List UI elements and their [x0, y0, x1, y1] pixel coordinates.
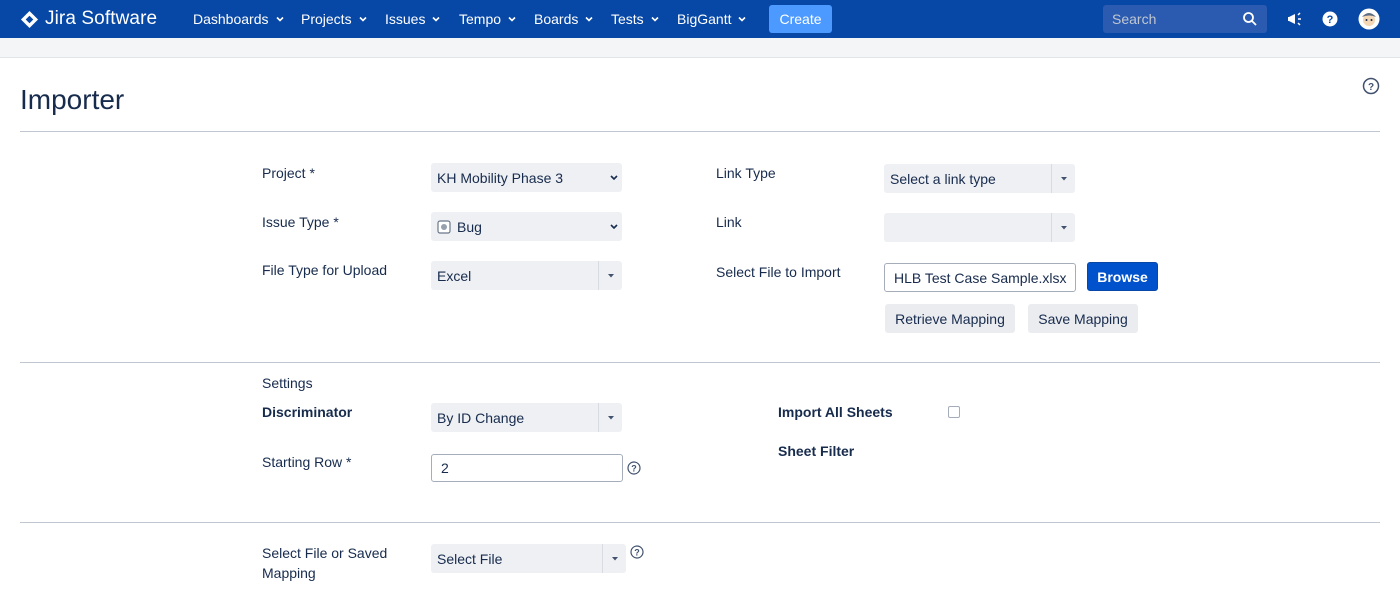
- discriminator-select[interactable]: By ID Change: [431, 403, 622, 432]
- chevron-down-icon: [610, 175, 618, 181]
- nav-boards-label: Boards: [534, 11, 579, 27]
- starting-row-value: 2: [441, 460, 449, 476]
- chevron-down-icon: [432, 16, 441, 22]
- file-type-select[interactable]: Excel: [431, 261, 622, 290]
- caret-down-icon: [611, 556, 618, 560]
- settings-heading: Settings: [262, 375, 313, 391]
- retrieve-mapping-button[interactable]: Retrieve Mapping: [885, 304, 1015, 333]
- help-icon[interactable]: ?: [627, 461, 641, 475]
- link-type-value: Select a link type: [890, 170, 996, 187]
- import-all-sheets-checkbox[interactable]: [948, 406, 960, 418]
- issue-type-label: Issue Type *: [262, 214, 339, 230]
- starting-row-input[interactable]: 2: [431, 454, 623, 482]
- chevron-down-icon: [585, 16, 593, 22]
- link-type-select[interactable]: Select a link type: [884, 164, 1075, 193]
- link-type-label: Link Type: [716, 165, 776, 181]
- issue-type-value: Bug: [457, 218, 482, 235]
- chevron-down-icon: [359, 16, 367, 22]
- nav-issues-label: Issues: [385, 11, 426, 27]
- top-navigation-bar: Jira Software Dashboards Projects Issues…: [0, 0, 1400, 38]
- nav-boards[interactable]: Boards: [534, 0, 594, 38]
- nav-tempo-label: Tempo: [459, 11, 502, 27]
- avatar[interactable]: [1358, 8, 1380, 30]
- nav-tempo[interactable]: Tempo: [459, 0, 517, 38]
- nav-biggantt[interactable]: BigGantt: [677, 0, 747, 38]
- caret-down-icon: [1060, 225, 1067, 229]
- svg-text:?: ?: [634, 548, 640, 558]
- caret-down-icon: [607, 415, 614, 419]
- caret-down-icon: [1060, 176, 1067, 180]
- nav-tests[interactable]: Tests: [611, 0, 660, 38]
- project-value: KH Mobility Phase 3: [437, 169, 564, 186]
- nav-projects[interactable]: Projects: [301, 0, 368, 38]
- link-select[interactable]: [884, 213, 1075, 242]
- svg-text:?: ?: [1327, 14, 1334, 26]
- jira-logo[interactable]: Jira Software: [20, 6, 157, 32]
- page-title: Importer: [20, 84, 125, 115]
- select-file-label: Select File to Import: [716, 264, 841, 280]
- brand-name: Jira Software: [45, 8, 158, 29]
- help-icon[interactable]: ?: [1362, 77, 1380, 95]
- svg-text:?: ?: [1368, 82, 1374, 93]
- chevron-down-icon: [508, 16, 516, 22]
- file-type-value: Excel: [437, 267, 472, 284]
- search-input[interactable]: [1103, 5, 1243, 33]
- issue-type-select[interactable]: Bug: [431, 212, 622, 241]
- project-label: Project *: [262, 165, 315, 181]
- create-button[interactable]: Create: [769, 5, 832, 33]
- link-label: Link: [716, 214, 742, 230]
- starting-row-label: Starting Row *: [262, 454, 352, 470]
- bug-icon: [437, 219, 451, 234]
- help-icon[interactable]: ?: [630, 545, 644, 559]
- nav-projects-label: Projects: [301, 11, 352, 27]
- mapping-source-label-line2: Mapping: [262, 565, 316, 581]
- divider: [20, 131, 1380, 132]
- caret-down-icon: [607, 273, 614, 277]
- dropdown-caret: [1051, 213, 1075, 242]
- selected-file-field[interactable]: HLB Test Case Sample.xlsx: [884, 263, 1076, 292]
- mapping-source-select[interactable]: Select File: [431, 544, 626, 573]
- nav-dashboards-label: Dashboards: [193, 11, 269, 27]
- dropdown-caret: [602, 544, 626, 573]
- project-select[interactable]: KH Mobility Phase 3: [431, 163, 622, 192]
- discriminator-value: By ID Change: [437, 409, 525, 426]
- selected-file-value: HLB Test Case Sample.xlsx: [894, 269, 1067, 286]
- svg-text:?: ?: [631, 464, 637, 474]
- file-type-label: File Type for Upload: [262, 262, 388, 278]
- mapping-source-value: Select File: [437, 550, 503, 567]
- chevron-down-icon: [651, 16, 659, 22]
- divider: [20, 522, 1380, 523]
- nav-biggantt-label: BigGantt: [677, 11, 732, 27]
- chevron-down-icon: [610, 224, 618, 230]
- dropdown-caret: [598, 261, 622, 290]
- help-icon[interactable]: ?: [1320, 9, 1340, 29]
- chevron-down-icon: [738, 16, 747, 22]
- discriminator-label: Discriminator: [262, 404, 353, 420]
- save-mapping-button[interactable]: Save Mapping: [1028, 304, 1138, 333]
- browse-button[interactable]: Browse: [1087, 262, 1158, 291]
- search-icon[interactable]: [1242, 11, 1258, 27]
- chevron-down-icon: [275, 16, 284, 22]
- mapping-source-label-line1: Select File or Saved: [262, 545, 388, 561]
- dropdown-caret: [598, 403, 622, 432]
- import-all-sheets-label: Import All Sheets: [778, 404, 893, 420]
- nav-dashboards[interactable]: Dashboards: [193, 0, 285, 38]
- search-box: [1103, 5, 1267, 33]
- dropdown-caret: [1051, 164, 1075, 193]
- jira-logo-icon: [20, 10, 39, 28]
- divider: [20, 362, 1380, 363]
- nav-issues[interactable]: Issues: [385, 0, 441, 38]
- megaphone-icon[interactable]: [1285, 9, 1305, 29]
- nav-tests-label: Tests: [611, 11, 644, 27]
- subheader-strip: [0, 38, 1400, 58]
- sheet-filter-label: Sheet Filter: [778, 443, 855, 459]
